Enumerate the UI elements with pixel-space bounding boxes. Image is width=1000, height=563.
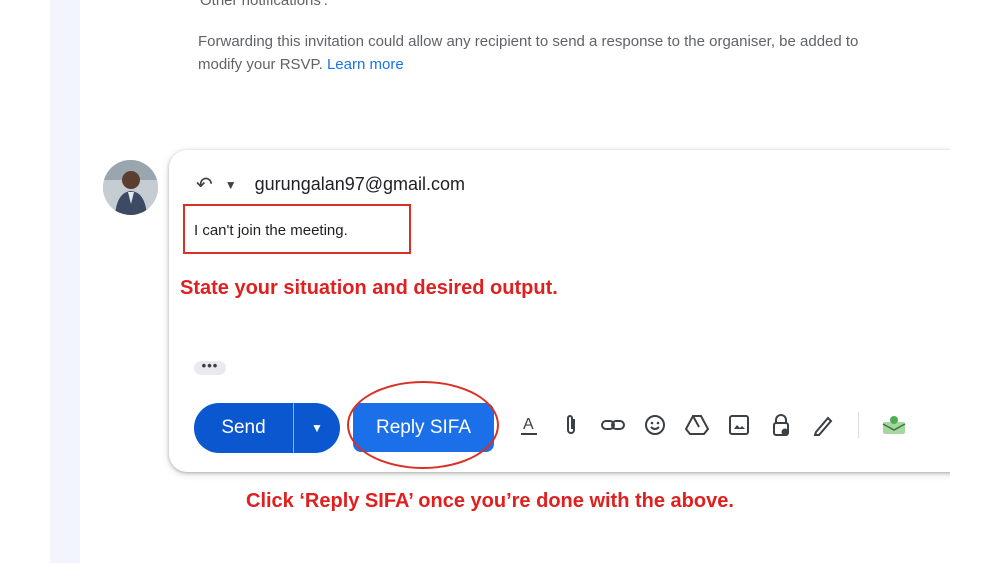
avatar-image <box>103 160 158 215</box>
avatar <box>103 160 158 215</box>
reply-header: ↶ ▼ gurungalan97@gmail.com <box>196 172 465 197</box>
forward-warning: Forwarding this invitation could allow a… <box>198 30 958 76</box>
reply-arrow-icon[interactable]: ↶ <box>196 172 213 197</box>
forward-warning-text-2: modify your RSVP. <box>198 56 323 73</box>
drive-icon[interactable] <box>684 410 710 440</box>
cut-off-heading: Other notifications'. <box>200 0 328 9</box>
toolbar-divider <box>858 412 859 438</box>
link-icon[interactable] <box>600 410 626 440</box>
annotation-situation: State your situation and desired output. <box>180 277 558 299</box>
chevron-down-icon[interactable]: ▼ <box>225 178 237 192</box>
message-body[interactable]: I can't join the meeting. <box>194 222 348 239</box>
send-button[interactable]: Send <box>194 403 294 453</box>
send-button-group: Send ▼ <box>194 403 340 453</box>
image-icon[interactable] <box>726 410 752 440</box>
emoji-icon[interactable] <box>642 410 668 440</box>
side-rail <box>50 0 80 563</box>
signature-icon[interactable] <box>810 410 836 440</box>
confidential-icon[interactable] <box>768 410 794 440</box>
right-edge <box>950 0 1000 563</box>
recipient-address[interactable]: gurungalan97@gmail.com <box>255 174 465 195</box>
attach-icon[interactable] <box>558 410 584 440</box>
forward-warning-text: Forwarding this invitation could allow a… <box>198 33 859 50</box>
learn-more-link[interactable]: Learn more <box>327 56 404 73</box>
addon-icon[interactable] <box>881 410 907 440</box>
show-trimmed-content-button[interactable]: ••• <box>194 359 226 375</box>
annotation-click-hint: Click ‘Reply SIFA’ once you’re done with… <box>246 490 734 512</box>
svg-text:A: A <box>523 416 534 433</box>
text-format-icon[interactable]: A <box>516 410 542 440</box>
annotation-circle <box>347 381 499 469</box>
composer-toolbar: A <box>516 410 907 440</box>
